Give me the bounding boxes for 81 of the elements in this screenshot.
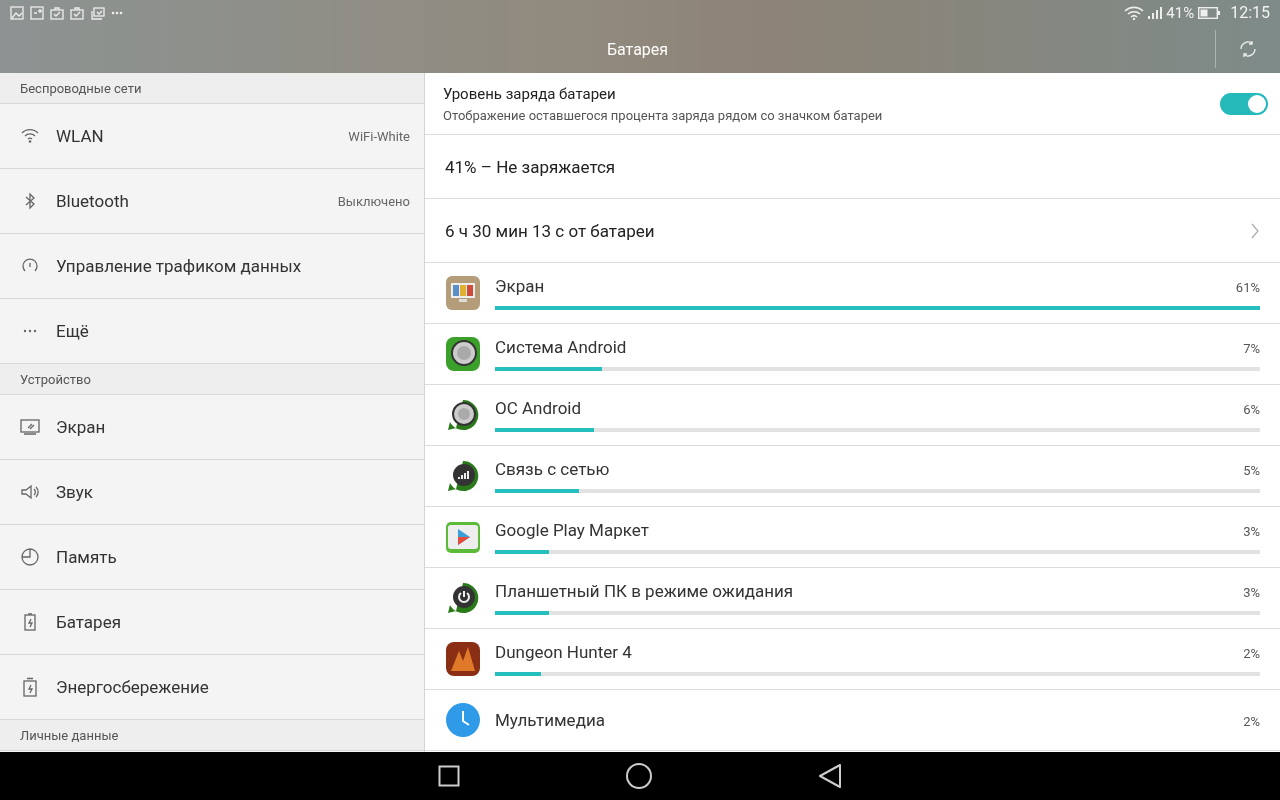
more-icon bbox=[111, 10, 123, 15]
settings-item[interactable]: Звук bbox=[0, 460, 424, 525]
screen-title: Батарея bbox=[605, 39, 670, 59]
item-label: Bluetooth bbox=[56, 191, 130, 211]
settings-item[interactable]: Батарея bbox=[0, 590, 424, 655]
setting-row[interactable]: Уровень заряда батареи Отображение оставшегося процента заряда рядом со значком батареи bbox=[425, 73, 1280, 135]
briefcase-check-icon bbox=[50, 5, 64, 20]
setting-description: Отображение оставшегося процента заряда рядом со значком батареи bbox=[443, 107, 884, 123]
app-usage-row[interactable]: Система Android 7% bbox=[425, 324, 1280, 385]
picture-icon bbox=[10, 5, 24, 20]
app-usage-row[interactable]: ОС Android 6% bbox=[425, 385, 1280, 446]
clock-app-icon bbox=[445, 702, 481, 738]
app-name: Dungeon Hunter 4 bbox=[495, 642, 632, 662]
settings-item[interactable]: Память bbox=[0, 525, 424, 590]
app-usage-row[interactable]: Мультимедиа 2% bbox=[425, 690, 1280, 751]
item-label: Батарея bbox=[56, 612, 122, 632]
settings-item[interactable]: Управление трафиком данных bbox=[0, 234, 424, 299]
wifi-icon bbox=[20, 126, 40, 146]
item-label: Экран bbox=[56, 417, 107, 437]
setting-title: Уровень заряда батареи bbox=[443, 84, 617, 103]
app-name: ОС Android bbox=[495, 398, 582, 418]
section-header: Устройство bbox=[0, 364, 424, 395]
signal-app-icon bbox=[445, 458, 481, 494]
battery-percent: 41% bbox=[1166, 3, 1195, 22]
app-name: Планшетный ПК в режиме ожидания bbox=[495, 581, 794, 601]
speaker-app-icon bbox=[445, 397, 481, 433]
app-name: Google Play Маркет bbox=[495, 520, 649, 540]
section-header: Беспроводные сети bbox=[0, 73, 424, 104]
app-name: Экран bbox=[495, 276, 545, 296]
play-store-icon bbox=[445, 519, 481, 555]
app-usage-row[interactable]: Dungeon Hunter 4 2% bbox=[425, 629, 1280, 690]
settings-item[interactable]: Экран bbox=[0, 395, 424, 460]
battery-time: 6 ч 30 мин 13 с от батареи bbox=[445, 220, 655, 241]
monitor-app-icon bbox=[445, 275, 481, 311]
usage-percent: 61% bbox=[1235, 280, 1260, 295]
item-label: Память bbox=[56, 547, 118, 567]
section-header: Личные данные bbox=[0, 720, 424, 751]
recents-button[interactable] bbox=[438, 765, 460, 787]
signal-icon bbox=[1148, 6, 1163, 19]
item-label: Ещё bbox=[56, 321, 90, 341]
speaker-app-icon bbox=[445, 336, 481, 372]
monitor-icon bbox=[20, 417, 40, 437]
stacked-briefcase-icon bbox=[90, 5, 105, 20]
app-usage-row[interactable]: Google Play Маркет 3% bbox=[425, 507, 1280, 568]
usage-percent: 5% bbox=[1243, 463, 1260, 478]
battery-time-row[interactable]: 6 ч 30 мин 13 с от батареи bbox=[425, 199, 1280, 263]
battery-icon bbox=[1198, 6, 1221, 19]
item-value: WiFi-White bbox=[348, 128, 410, 144]
app-name: Мультимедиа bbox=[495, 710, 605, 730]
usage-percent: 2% bbox=[1243, 714, 1260, 729]
more-icon bbox=[23, 329, 37, 333]
usage-percent: 2% bbox=[1243, 646, 1260, 661]
item-label: Звук bbox=[56, 482, 94, 502]
item-label: Энергосбережение bbox=[56, 677, 210, 697]
usage-percent: 7% bbox=[1243, 341, 1260, 356]
chevron-right-icon bbox=[1250, 221, 1260, 240]
item-label: Управление трафиком данных bbox=[56, 256, 303, 276]
app-usage-row[interactable]: Планшетный ПК в режиме ожидания 3% bbox=[425, 568, 1280, 629]
settings-item[interactable]: Bluetooth Выключено bbox=[0, 169, 424, 234]
toggle-switch[interactable] bbox=[1220, 92, 1268, 115]
charge-status: 41% – Не заряжается bbox=[425, 135, 1280, 199]
app-usage-row[interactable]: Связь с сетью 5% bbox=[425, 446, 1280, 507]
item-label: WLAN bbox=[56, 126, 105, 146]
app-name: Связь с сетью bbox=[495, 459, 610, 479]
usage-percent: 3% bbox=[1243, 585, 1260, 600]
pie-chart-icon bbox=[20, 547, 40, 567]
power-app-icon bbox=[445, 580, 481, 616]
speaker-icon bbox=[20, 482, 40, 502]
home-button[interactable] bbox=[625, 762, 653, 790]
wifi-icon bbox=[1124, 5, 1145, 20]
briefcase-check-icon bbox=[70, 5, 84, 20]
battery-saver-icon bbox=[20, 677, 40, 697]
usage-percent: 3% bbox=[1243, 524, 1260, 539]
game-art-icon bbox=[445, 641, 481, 677]
settings-item[interactable]: WLAN WiFi-White bbox=[0, 104, 424, 169]
back-button[interactable] bbox=[818, 763, 842, 789]
usage-percent: 6% bbox=[1243, 402, 1260, 417]
app-usage-row[interactable]: Экран 61% bbox=[425, 263, 1280, 324]
item-value: Выключено bbox=[337, 193, 410, 209]
clock: 12:15 bbox=[1230, 3, 1270, 22]
app-name: Система Android bbox=[495, 337, 627, 357]
